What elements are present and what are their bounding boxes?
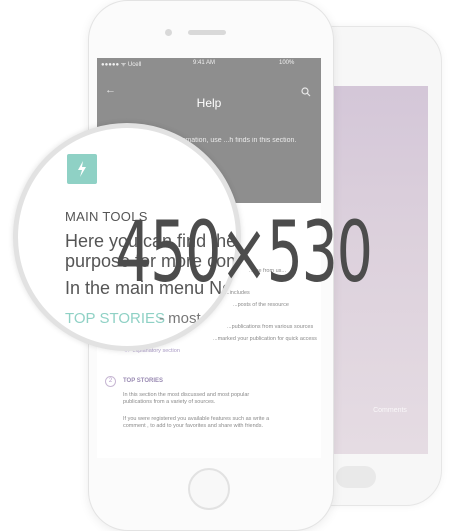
speaker-grille [188, 30, 226, 35]
content-line: ...publications from various sources [227, 324, 314, 330]
comments-label: Comments [373, 407, 407, 414]
step-number-badge: 2 [105, 376, 116, 387]
camera-icon [165, 29, 172, 36]
carrier-label: ●●●●● ᯤ Ucell [101, 62, 142, 68]
lightning-icon [67, 154, 97, 184]
status-bar: ●●●●● ᯤ Ucell 9:41 AM 100% [97, 60, 321, 70]
back-phone-home-button [336, 466, 376, 488]
content-line: comment , to add to your favorites and s… [123, 423, 264, 429]
content-line: If you were registered you available fea… [123, 416, 270, 422]
search-icon[interactable] [301, 84, 311, 102]
magnified-top-stories: TOP STORIES [65, 310, 166, 327]
content-line: publications from a variety of sources. [123, 399, 216, 405]
battery-label: 100% [279, 60, 295, 66]
arrow-left-icon[interactable]: ← [105, 84, 116, 96]
content-line: ...posts of the resource [233, 302, 289, 308]
page-title: Help [196, 96, 222, 110]
dimension-overlay: 450×530 [115, 203, 373, 301]
status-time: 9:41 AM [193, 60, 216, 66]
home-button[interactable] [188, 468, 230, 510]
magnified-most: - most [159, 310, 201, 327]
content-line: In this section the most discussed and m… [123, 392, 250, 398]
top-stories-heading: TOP STORIES [123, 378, 164, 384]
